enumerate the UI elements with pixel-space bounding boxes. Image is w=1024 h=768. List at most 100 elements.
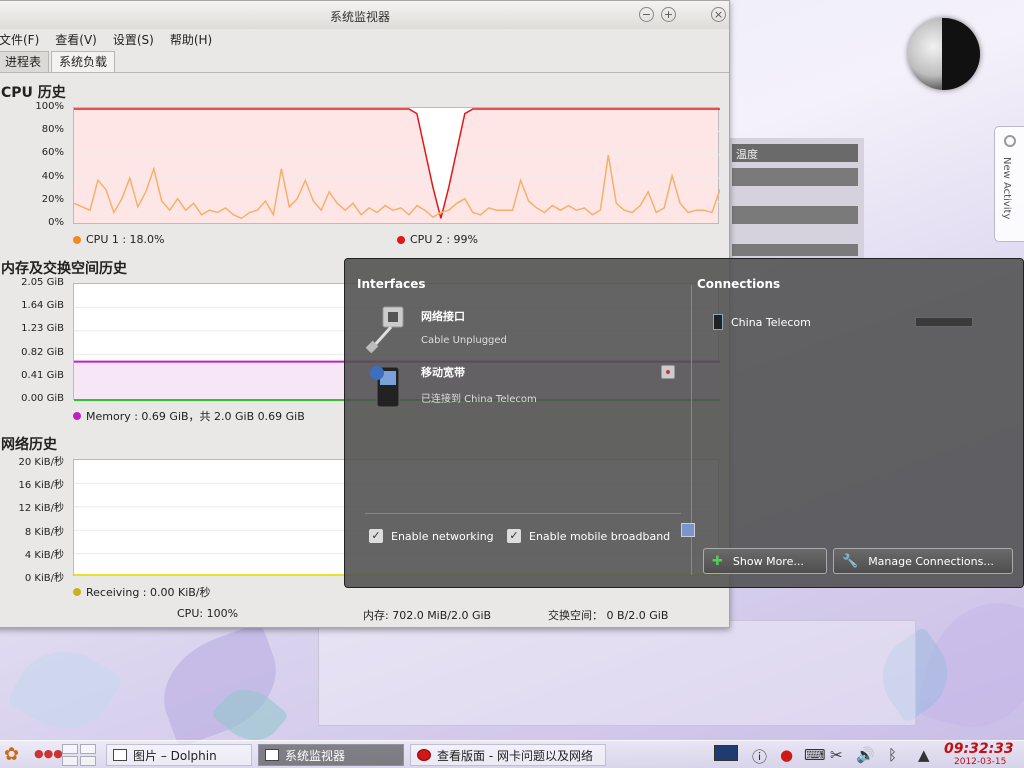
minimize-icon[interactable]: − bbox=[639, 7, 654, 22]
ethernet-icon bbox=[365, 306, 404, 353]
title-bar[interactable]: 系统监视器 − + × bbox=[0, 1, 729, 29]
cpu1-swatch bbox=[73, 235, 81, 244]
cpu1-line bbox=[73, 154, 721, 220]
menu-file[interactable]: 文件(F) bbox=[0, 29, 39, 51]
info-icon[interactable]: ⓘ bbox=[752, 746, 767, 767]
mobile-phone-icon bbox=[370, 366, 400, 408]
cpu1-legend-label: CPU 1 : 18.0% bbox=[86, 233, 165, 246]
taskbar: ✿ ●●● 图片 – Dolphin 系统监视器 查看版面 - 网卡问题以及网络… bbox=[0, 740, 1024, 768]
menu-bar: 文件(F) 查看(V) 设置(S) 帮助(H) bbox=[0, 29, 729, 51]
show-more-button[interactable]: ✚ Show More... bbox=[703, 548, 827, 574]
network-legend: Receiving : 0.00 KiB/秒 bbox=[73, 584, 211, 600]
cpu-chart-svg bbox=[73, 108, 721, 220]
tab-system-load[interactable]: 系统负载 bbox=[51, 51, 116, 72]
memory-tick-label: 2.05 GiB bbox=[21, 277, 64, 288]
network-tick-label: 4 KiB/秒 bbox=[24, 549, 64, 561]
network-legend-label: Receiving : 0.00 KiB/秒 bbox=[86, 586, 211, 599]
screen-icon[interactable] bbox=[714, 745, 738, 761]
memory-legend-label: Memory : 0.69 GiB，共 2.0 GiB 0.69 GiB bbox=[86, 410, 305, 423]
cpu-tick-label: 0% bbox=[48, 217, 64, 228]
connections-title: Connections bbox=[697, 277, 781, 291]
manage-connections-label: Manage Connections... bbox=[868, 554, 994, 568]
checkmark-icon: ✓ bbox=[369, 529, 383, 543]
cpu2-legend-label: CPU 2 : 99% bbox=[410, 233, 479, 246]
status-swap: 交换空间： 0 B/2.0 GiB bbox=[548, 609, 669, 622]
interface-ethernet-status: Cable Unplugged bbox=[421, 335, 507, 346]
activity-icon bbox=[1004, 135, 1016, 147]
new-activity-tab[interactable]: New Activity bbox=[994, 126, 1024, 242]
manage-connections-button[interactable]: 🔧 Manage Connections... bbox=[833, 548, 1013, 574]
connection-name: China Telecom bbox=[731, 315, 811, 329]
activities-icon[interactable]: ●●● bbox=[34, 747, 63, 760]
memory-tick-label: 1.64 GiB bbox=[21, 300, 64, 312]
clock-date: 2012-03-15 bbox=[954, 757, 1007, 767]
interfaces-title: Interfaces bbox=[357, 277, 426, 291]
status-memory: 内存: 702.0 MiB/2.0 GiB bbox=[363, 609, 492, 622]
memory-swatch bbox=[73, 412, 81, 420]
monitor-icon bbox=[265, 749, 279, 761]
network-tick-label: 0 KiB/秒 bbox=[24, 573, 64, 584]
network-swatch bbox=[73, 588, 81, 596]
bluetooth-icon[interactable]: ᛒ bbox=[888, 746, 897, 764]
task-dolphin-label: 图片 – Dolphin bbox=[133, 748, 217, 763]
enable-networking-label: Enable networking bbox=[391, 529, 494, 543]
task-browser-label: 查看版面 - 网卡问题以及网络 bbox=[437, 748, 593, 763]
opera-tray-icon[interactable]: ● bbox=[780, 746, 793, 764]
cpu-tick-label: 60% bbox=[41, 147, 64, 159]
memory-tick-label: 1.23 GiB bbox=[21, 323, 64, 335]
interface-ethernet-name[interactable]: 网络接口 bbox=[421, 308, 465, 324]
dolphin-icon bbox=[113, 749, 127, 761]
temperature-widget: 温度 bbox=[728, 138, 864, 258]
opera-icon bbox=[417, 749, 431, 761]
network-history-title: 网络历史 bbox=[1, 437, 57, 453]
wrench-icon: 🔧 bbox=[842, 553, 859, 569]
task-browser[interactable]: 查看版面 - 网卡问题以及网络 bbox=[410, 744, 606, 766]
kde-menu-icon[interactable]: ✿ bbox=[4, 744, 19, 765]
tab-bar: 进程表 系统负载 bbox=[0, 51, 729, 73]
cpu-tick-label: 40% bbox=[41, 170, 64, 182]
wallpaper-leaf bbox=[6, 632, 124, 748]
menu-help[interactable]: 帮助(H) bbox=[170, 29, 212, 51]
menu-settings[interactable]: 设置(S) bbox=[113, 29, 154, 51]
network-tick-label: 8 KiB/秒 bbox=[24, 526, 64, 538]
background-window bbox=[318, 620, 916, 726]
cpu-tick-label: 20% bbox=[41, 193, 64, 205]
network-tick-label: 12 KiB/秒 bbox=[18, 503, 64, 515]
cpu-history-title: CPU 历史 bbox=[1, 85, 66, 101]
cpu-graph bbox=[73, 107, 721, 224]
memory-tick-label: 0.41 GiB bbox=[21, 369, 64, 381]
network-tick-label: 20 KiB/秒 bbox=[18, 457, 64, 468]
notification-arrow-icon[interactable]: ▲ bbox=[918, 746, 930, 764]
maximize-icon[interactable]: + bbox=[661, 7, 676, 22]
task-system-monitor-label: 系统监视器 bbox=[285, 748, 346, 763]
enable-mobile-broadband-label: Enable mobile broadband bbox=[529, 529, 671, 543]
volume-icon[interactable]: 🔊 bbox=[856, 746, 875, 764]
status-cpu: CPU: 100% bbox=[177, 607, 239, 620]
signal-bar bbox=[915, 317, 973, 327]
clock-time[interactable]: 09:32:33 bbox=[944, 741, 1014, 757]
enable-mobile-broadband-checkbox[interactable]: ✓ Enable mobile broadband bbox=[507, 529, 670, 543]
desktop-pager[interactable] bbox=[62, 744, 96, 766]
activity-label: New Activity bbox=[1001, 157, 1012, 220]
disconnect-icon[interactable] bbox=[661, 365, 675, 379]
connection-china-telecom[interactable]: China Telecom bbox=[713, 314, 811, 330]
task-system-monitor[interactable]: 系统监视器 bbox=[258, 744, 404, 766]
panel-toggle-icon[interactable] bbox=[681, 523, 695, 537]
tab-process-table[interactable]: 进程表 bbox=[0, 51, 50, 72]
menu-view[interactable]: 查看(V) bbox=[55, 29, 97, 51]
scissors-icon[interactable]: ✂ bbox=[830, 746, 843, 764]
interface-mobile-name[interactable]: 移动宽带 bbox=[421, 364, 465, 380]
cpu1-legend: CPU 1 : 18.0% bbox=[73, 233, 165, 246]
close-icon[interactable]: × bbox=[711, 7, 726, 22]
keyboard-icon[interactable]: ⌨ bbox=[804, 746, 826, 764]
show-more-label: Show More... bbox=[732, 554, 804, 568]
memory-tick-label: 0.00 GiB bbox=[21, 393, 64, 404]
memory-history-title: 内存及交换空间历史 bbox=[1, 261, 127, 277]
phone-icon bbox=[713, 314, 723, 330]
task-dolphin[interactable]: 图片 – Dolphin bbox=[106, 744, 252, 766]
enable-networking-checkbox[interactable]: ✓ Enable networking bbox=[369, 529, 494, 543]
cpu-tick-label: 80% bbox=[41, 124, 64, 136]
memory-legend: Memory : 0.69 GiB，共 2.0 GiB 0.69 GiB bbox=[73, 408, 305, 424]
moon-widget-icon bbox=[908, 18, 980, 90]
plus-icon: ✚ bbox=[712, 553, 723, 569]
